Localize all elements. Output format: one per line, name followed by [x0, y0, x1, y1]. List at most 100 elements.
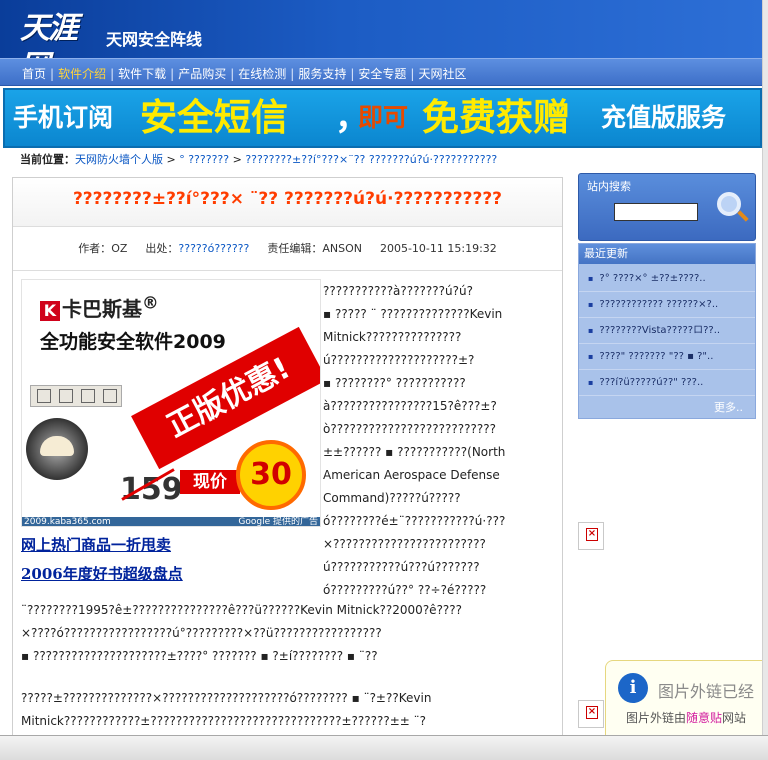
breadcrumb-level2-link[interactable]: ° ??????? — [179, 153, 229, 166]
nav-item-security-topics[interactable]: 安全专题 — [358, 67, 406, 81]
ad-footer: 2009.kaba365.com Google 提供的广告 — [22, 517, 320, 526]
article-datetime: 2005-10-11 15:19:32 — [379, 242, 497, 255]
kaspersky-ad[interactable]: K 卡巴斯基® 全功能安全软件2009 正版优惠! 159 现价 30 2009.… — [21, 279, 321, 527]
ad-old-price: 159 — [120, 472, 183, 507]
article-panel: ????????±??í°???× ¨?? ???????ú?ú·???????… — [12, 177, 563, 735]
body-line: ò?????????????????????????? — [323, 422, 496, 436]
nav-item-download[interactable]: 软件下载 — [118, 67, 166, 81]
mail-icon[interactable] — [81, 389, 95, 403]
nav-separator: | — [230, 67, 235, 81]
recent-updates-title: 最近更新 — [579, 244, 755, 264]
recent-updates-panel: 最近更新 ?° ????×° ±??±????.. ???????????? ?… — [578, 243, 756, 419]
ad-price-burst: 30 — [236, 440, 306, 510]
breadcrumb-arrow: > — [163, 153, 180, 166]
promo-link-hot-deals[interactable]: 网上热门商品一折甩卖 — [21, 534, 171, 555]
body-line: ▪ ????? ¨ ??????????????Kevin — [323, 307, 503, 321]
kaspersky-logo-icon: K — [40, 301, 60, 321]
hotlink-title: 图片外链已经 — [658, 682, 755, 701]
ad-now-label: 现价 — [180, 470, 240, 494]
search-input[interactable] — [614, 203, 698, 221]
author-value: OZ — [111, 242, 128, 255]
nav-separator: | — [170, 67, 175, 81]
body-line: ???????????à???????ú?ú? — [323, 284, 473, 298]
nav-separator: | — [350, 67, 355, 81]
recent-item[interactable]: ????????Vista?????ロ??.. — [579, 318, 755, 344]
browser-status-bar — [0, 735, 768, 760]
nav-separator: | — [410, 67, 415, 81]
search-icon[interactable] — [717, 192, 741, 216]
hotlink-site-link[interactable]: 随意贴 — [686, 711, 722, 725]
body-line: ×???????????????????????? — [323, 537, 486, 551]
body-line: ▪ ????????° ??????????? — [323, 376, 466, 390]
breadcrumb: 当前位置：天网防火墙个人版 > ° ??????? > ????????±??í… — [20, 151, 497, 167]
banner-text-5: 免费获赠 — [422, 96, 570, 139]
hotlink-blocked-notice: i 图片外链已经 图片外链由随意贴网站 — [605, 660, 762, 735]
article-body-side: ???????????à???????ú?ú? ▪ ????? ¨ ??????… — [323, 280, 557, 602]
author-label: 作者： — [78, 242, 112, 255]
recent-item[interactable]: ????" ??????? "?? ▪ ?".. — [579, 344, 755, 370]
recent-item[interactable]: ?° ????×° ±??±????.. — [579, 266, 755, 292]
info-icon: i — [618, 673, 648, 703]
body-line: ú????????????????????±? — [323, 353, 475, 367]
editor-label: 责任编辑： — [267, 242, 323, 255]
nav-separator: | — [110, 67, 115, 81]
nav-item-software-intro[interactable]: 软件介绍 — [58, 67, 106, 81]
article-body-paragraph-2: ?????±??????????????×???????????????????… — [21, 687, 556, 733]
breadcrumb-arrow: > — [229, 153, 246, 166]
site-logo[interactable]: 天涯网 — [20, 10, 102, 84]
body-line: American Aerospace Defense — [323, 468, 500, 482]
banner-text-4: 即可 — [358, 103, 409, 132]
broken-image-icon — [578, 700, 604, 728]
article-title: ????????±??í°???× ¨?? ???????ú?ú·???????… — [72, 189, 503, 209]
folder-icon[interactable] — [103, 389, 117, 403]
site-name: 天网安全阵线 — [106, 30, 203, 49]
recent-item[interactable]: ???í?ü?????ú??" ???.. — [579, 370, 755, 396]
body-line: ×????ó?????????????????ú°?????????×??ü??… — [21, 626, 382, 640]
article-meta: 作者：OZ 出处：?????ó?????? 责任编辑：ANSON 2005-10-11… — [13, 240, 562, 256]
main-nav: 首页 | 软件介绍 | 软件下载 | 产品购买 | 在线检测 | 服务支持 | 安全专题 | 天网社区 — [0, 58, 762, 86]
nav-item-community[interactable]: 天网社区 — [418, 67, 466, 81]
image-toolbar — [30, 385, 122, 407]
body-line: ú???????????ú???ú??????? — [323, 560, 480, 574]
ad-headline: 全功能安全软件2009 — [40, 331, 226, 353]
broken-image-icon — [578, 522, 604, 550]
ad-brand: K 卡巴斯基® — [40, 293, 159, 322]
editor-value: ANSON — [322, 242, 362, 255]
nav-item-support[interactable]: 服务支持 — [298, 67, 346, 81]
source-value[interactable]: ?????ó?????? — [178, 242, 249, 255]
ad-provider[interactable]: Google 提供的广告 — [238, 517, 318, 526]
nav-item-purchase[interactable]: 产品购买 — [178, 67, 226, 81]
print-icon[interactable] — [59, 389, 73, 403]
banner-text-1: 手机订阅 — [13, 103, 114, 132]
save-icon[interactable] — [37, 389, 51, 403]
speedometer-icon — [26, 418, 88, 480]
hotlink-text: 图片外链由随意贴网站 — [626, 711, 747, 725]
ad-url[interactable]: 2009.kaba365.com — [24, 517, 111, 526]
body-line: ó????????é±¨???????????ú·??? — [323, 514, 506, 528]
nav-item-home[interactable]: 首页 — [22, 67, 46, 81]
meta-divider — [13, 270, 562, 271]
body-line: Command)?????ú????? — [323, 491, 461, 505]
article-title-box: ????????±??í°???× ¨?? ???????ú?ú·???????… — [13, 178, 562, 227]
body-line: Mitnick????????????±????????????????????… — [21, 714, 426, 728]
nav-separator: | — [50, 67, 55, 81]
breadcrumb-label: 当前位置： — [20, 153, 75, 166]
nav-separator: | — [290, 67, 295, 81]
breadcrumb-level3-link[interactable]: ????????±??í°???×¨?? ???????ú?ú·????????… — [245, 153, 497, 166]
body-line: Mitnick??????????????? — [323, 330, 462, 344]
recent-item[interactable]: ???????????? ??????×?.. — [579, 292, 755, 318]
nav-item-online-check[interactable]: 在线检测 — [238, 67, 286, 81]
banner-text-2: 安全短信 — [140, 96, 288, 139]
body-line: ±±?????? ▪ ???????????(North — [323, 445, 506, 459]
breadcrumb-home-link[interactable]: 天网防火墙个人版 — [75, 153, 163, 166]
site-search-box: 站内搜索 — [578, 173, 756, 241]
vertical-scrollbar[interactable] — [762, 0, 768, 735]
body-line: ¨????????1995?ê±???????????????ê???ü????… — [21, 603, 463, 617]
body-line: à????????????????15?ê???±? — [323, 399, 497, 413]
body-line: ?????±??????????????×???????????????????… — [21, 691, 432, 705]
promo-link-books[interactable]: 2006年度好书超级盘点 — [21, 563, 183, 584]
search-title: 站内搜索 — [587, 180, 631, 193]
more-link[interactable]: 更多.. — [714, 399, 743, 415]
site-header: 天涯网 天网安全阵线 — [0, 0, 762, 84]
sms-promo-banner[interactable]: 手机订阅 安全短信 ， 即可 免费获赠 充值版服务 — [3, 88, 762, 148]
